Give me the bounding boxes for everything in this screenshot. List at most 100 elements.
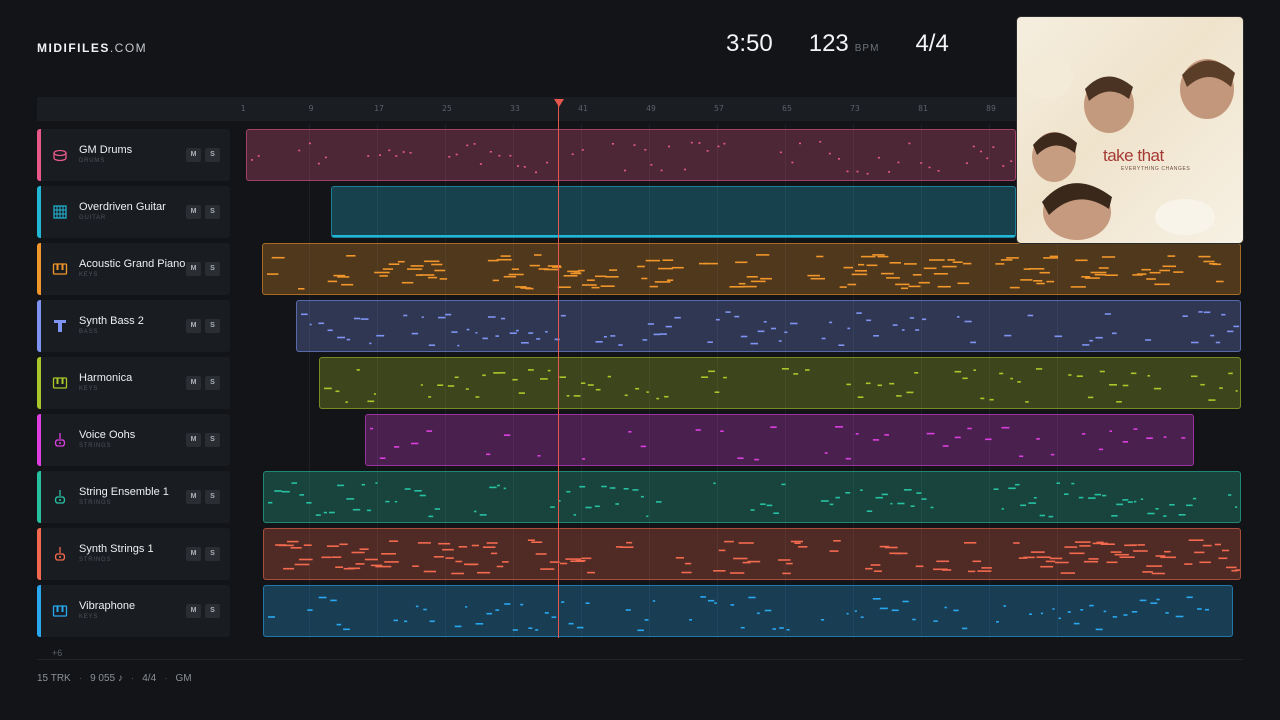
track-color-stripe [37,414,41,466]
solo-button[interactable]: S [205,148,220,162]
track-name: GM Drums [79,144,133,156]
track-header[interactable]: Synth Bass 2 BASS M S [37,300,230,352]
track-name: Vibraphone [79,600,136,612]
bass-icon [52,318,68,334]
solo-button[interactable]: S [205,604,220,618]
note-roll [301,311,1240,347]
track-color-stripe [37,243,41,295]
midi-clip[interactable] [262,243,1241,295]
track-color-stripe [37,471,41,523]
track-category: KEYS [79,272,99,278]
violin-icon [52,546,68,562]
playhead[interactable] [558,104,559,638]
mute-button[interactable]: M [186,148,201,162]
note-roll [324,368,1238,403]
ruler-tick-label: 1 [240,104,246,113]
mute-button[interactable]: M [186,433,201,447]
track-header[interactable]: Synth Strings 1 STRINGS M S [37,528,230,580]
midi-clip[interactable] [365,414,1194,466]
solo-button[interactable]: S [205,205,220,219]
logo[interactable]: MIDIFILES.COM [37,41,147,55]
track-category: STRINGS [79,557,112,563]
footer-stats: 15 TRK · 9 055 ♪ · 4/4 · GM [37,673,192,684]
album-photo-icon [1021,55,1235,240]
solo-button[interactable]: S [205,547,220,561]
track-category: KEYS [79,614,99,620]
logo-domain: .COM [109,41,148,55]
tempo-value: 123 [808,30,849,57]
ruler-tick-label: 49 [646,104,656,113]
track-header[interactable]: GM Drums DRUMS M S [37,129,230,181]
note-roll [268,596,1210,632]
solo-button[interactable]: S [205,490,220,504]
track-name: Synth Bass 2 [79,315,144,327]
midi-standard: GM [175,673,192,684]
mute-button[interactable]: M [186,205,201,219]
mute-button[interactable]: M [186,604,201,618]
logo-bold: MIDIFILES [37,41,110,55]
footer-divider [37,659,1243,660]
violin-icon [52,489,68,505]
track-header[interactable]: Harmonica KEYS M S [37,357,230,409]
solo-button[interactable]: S [205,262,220,276]
track-color-stripe [37,300,41,352]
mute-button[interactable]: M [186,376,201,390]
track-category: STRINGS [79,500,112,506]
track-category: KEYS [79,386,99,392]
track-name: Voice Oohs [79,429,136,441]
note-roll [370,426,1186,461]
note-roll [267,254,1224,290]
midi-clip[interactable] [263,585,1233,637]
solo-button[interactable]: S [205,376,220,390]
midi-clip[interactable] [246,129,1016,181]
track-header[interactable]: Voice Oohs STRINGS M S [37,414,230,466]
track-header[interactable]: Overdriven Guitar GUITAR M S [37,186,230,238]
mute-button[interactable]: M [186,490,201,504]
track-name: String Ensemble 1 [79,486,169,498]
duration-readout: 3:50 [726,30,773,57]
drum-icon [52,147,68,163]
midi-clip[interactable] [263,471,1241,523]
album-title: EVERYTHING CHANGES [1121,166,1191,172]
guitar-icon [52,204,68,220]
midi-clip[interactable] [319,357,1241,409]
ruler-tick-label: 89 [986,104,996,113]
playhead-handle[interactable] [554,99,564,107]
separator: · [130,673,135,684]
midi-clip[interactable] [263,528,1241,580]
track-header[interactable]: Acoustic Grand Piano KEYS M S [37,243,230,295]
track-header[interactable]: Vibraphone KEYS M S [37,585,230,637]
midi-clip[interactable] [331,186,1016,238]
mute-button[interactable]: M [186,262,201,276]
piano-keys-icon [52,261,68,277]
solo-button[interactable]: S [205,319,220,333]
track-category: BASS [79,329,99,335]
track-header[interactable]: String Ensemble 1 STRINGS M S [37,471,230,523]
track-color-stripe [37,357,41,409]
note-roll [332,235,1015,237]
track-category: GUITAR [79,215,107,221]
track-name: Overdriven Guitar [79,201,166,213]
note-roll [275,539,1240,575]
separator: · [78,673,83,684]
more-tracks-indicator[interactable]: +6 [52,648,62,658]
ruler-tick-label: 57 [714,104,724,113]
song-stats: 3:50 123 BPM 4/4 [726,30,949,58]
track-color-stripe [37,528,41,580]
track-color-stripe [37,129,41,181]
violin-icon [52,432,68,448]
mute-button[interactable]: M [186,319,201,333]
track-category: STRINGS [79,443,112,449]
track-color-stripe [37,186,41,238]
track-count: 15 TRK [37,673,71,684]
ruler-tick-label: 73 [850,104,860,113]
midi-clip[interactable] [296,300,1241,352]
ruler-tick-label: 81 [918,104,928,113]
ruler-tick-label: 17 [374,104,384,113]
footer-time-signature: 4/4 [142,673,157,684]
solo-button[interactable]: S [205,433,220,447]
piano-keys-icon [52,603,68,619]
separator: · [164,673,168,684]
mute-button[interactable]: M [186,547,201,561]
note-roll [268,482,1238,518]
